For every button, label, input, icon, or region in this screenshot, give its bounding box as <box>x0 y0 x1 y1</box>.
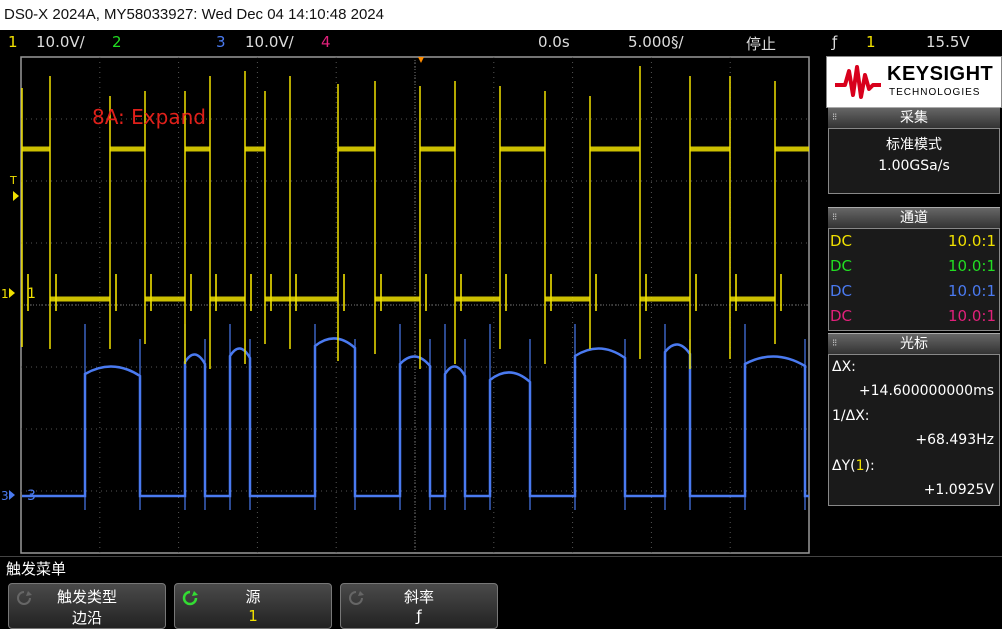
trigger-level-arrow-icon <box>13 191 19 201</box>
trigger-menu-title: 触发菜单 <box>0 556 1002 580</box>
trigger-level[interactable]: 15.5V <box>926 33 970 51</box>
sample-rate: 1.00GSa/s <box>878 158 950 174</box>
inverse-delta-x-value: +68.493Hz <box>915 432 994 448</box>
acquisition-mode: 标准模式 <box>886 137 942 153</box>
ch1-number[interactable]: 1 <box>8 33 18 51</box>
rising-edge-icon: ƒ <box>832 33 838 51</box>
delta-x-value: +14.600000000ms <box>858 383 994 399</box>
keysight-wave-icon <box>835 65 881 99</box>
inverse-delta-x-label: 1/ΔX: <box>832 408 870 424</box>
trigger-delay[interactable]: 0.0s <box>538 33 570 51</box>
ch1-ground-marker-icon[interactable] <box>9 288 15 298</box>
run-state[interactable]: 停止 <box>746 33 776 54</box>
status-bar: 1 10.0V/ 2 3 10.0V/ 4 0.0s 5.000§/ 停止 ƒ … <box>0 30 1002 54</box>
ch3-ground-number: 3 <box>1 489 9 503</box>
channel-row-3[interactable]: DC 10.0:1 <box>830 280 996 304</box>
ch2-number[interactable]: 2 <box>112 33 122 51</box>
softkey-bar: 触发类型 边沿 源 1 斜率 ƒ <box>0 580 1002 629</box>
ch3-ground-marker-icon[interactable] <box>9 490 15 500</box>
ch4-number[interactable]: 4 <box>321 33 331 51</box>
channel-row-2[interactable]: DC 10.0:1 <box>830 255 996 279</box>
window-title: DS0-X 2024A, MY58033927: Wed Dec 04 14:1… <box>4 6 384 23</box>
grip-dots-icon: ⁝⁝ <box>832 338 837 349</box>
annotation-text: 8A: Expand <box>92 105 206 129</box>
grip-dots-icon: ⁝⁝ <box>832 112 837 123</box>
acquisition-header[interactable]: ⁝⁝ 采集 <box>828 107 1000 128</box>
ch1-trace-label: 1 <box>27 286 36 302</box>
ch1-scale[interactable]: 10.0V/ <box>36 33 85 51</box>
delta-x-label: ΔX: <box>832 359 856 375</box>
channel-row-4[interactable]: DC 10.0:1 <box>830 305 996 329</box>
trigger-type-softkey[interactable]: 触发类型 边沿 <box>8 583 166 629</box>
cursors-header[interactable]: ⁝⁝ 光标 <box>828 333 1000 354</box>
delta-y-value: +1.0925V <box>923 482 994 498</box>
right-info-panel: KEYSIGHT TECHNOLOGIES ⁝⁝ 采集 标准模式 1.00GSa… <box>826 54 1002 556</box>
source-softkey[interactable]: 源 1 <box>174 583 332 629</box>
brand-subtitle: TECHNOLOGIES <box>889 87 981 98</box>
brand-name: KEYSIGHT <box>887 63 994 85</box>
waveform-display[interactable]: 8A: Expand T 1 1 3 3 <box>0 54 826 556</box>
timebase-scale[interactable]: 5.000§/ <box>628 33 684 51</box>
keysight-logo: KEYSIGHT TECHNOLOGIES <box>826 56 1002 108</box>
window-title-bar: DS0-X 2024A, MY58033927: Wed Dec 04 14:1… <box>0 0 1002 30</box>
channel-row-1[interactable]: DC 10.0:1 <box>830 230 996 254</box>
delta-y-label: ΔY(1): <box>832 458 875 474</box>
ch3-trace-label: 3 <box>27 488 36 504</box>
slope-softkey[interactable]: 斜率 ƒ <box>340 583 498 629</box>
trigger-level-marker[interactable]: T <box>9 174 17 187</box>
grip-dots-icon: ⁝⁝ <box>832 212 837 223</box>
channels-header[interactable]: ⁝⁝ 通道 <box>828 207 1000 228</box>
ch3-scale[interactable]: 10.0V/ <box>245 33 294 51</box>
waveform-canvas: 8A: Expand T 1 1 3 3 <box>1 56 810 554</box>
trigger-source[interactable]: 1 <box>866 33 876 51</box>
ch3-number[interactable]: 3 <box>216 33 226 51</box>
ch1-ground-number: 1 <box>1 287 9 301</box>
